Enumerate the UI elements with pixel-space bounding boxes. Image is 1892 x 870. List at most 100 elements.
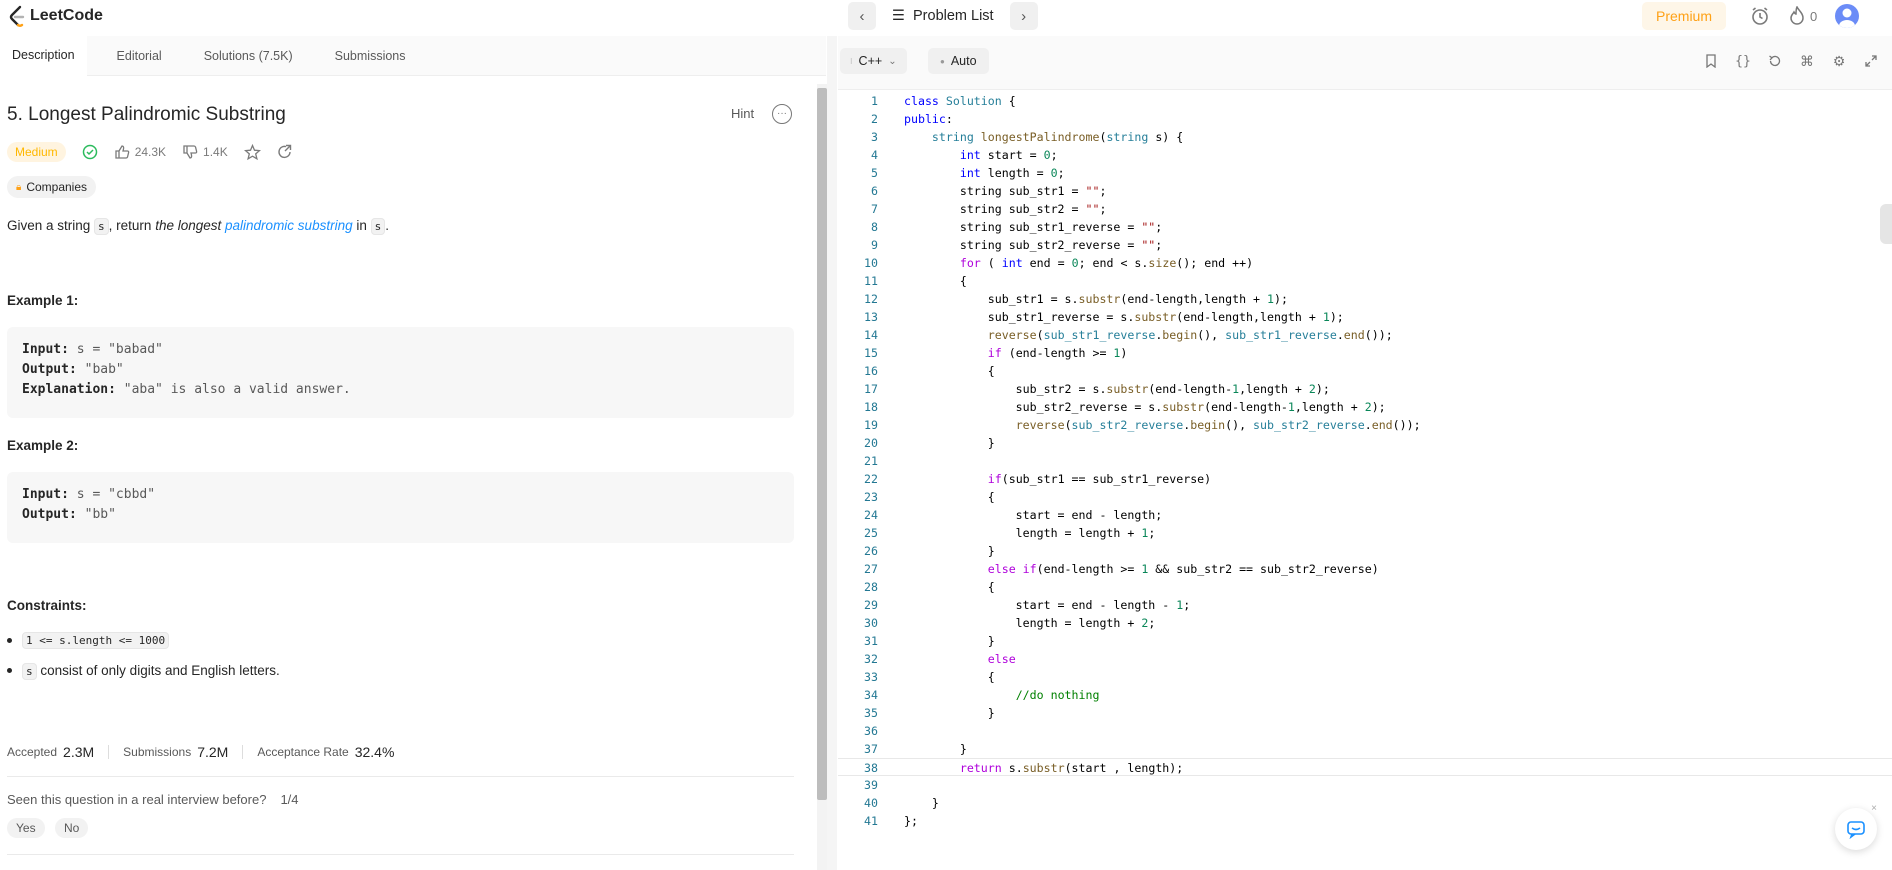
- code-line: 9 string sub_str2_reverse = "";: [871, 238, 1163, 252]
- problem-meta: Medium 24.3K 1.4K: [7, 142, 293, 162]
- chevron-right-icon: ›: [1021, 7, 1027, 25]
- explanation-label: Explanation:: [22, 382, 116, 397]
- solved-check-icon: [82, 144, 98, 160]
- avatar[interactable]: [1835, 4, 1860, 28]
- accepted-value: 2.3M: [63, 744, 95, 760]
- accepted-label: Accepted: [7, 745, 58, 759]
- braces-icon[interactable]: {}: [1734, 52, 1752, 70]
- leetcode-logo-icon: [9, 5, 25, 27]
- premium-button[interactable]: Premium: [1642, 2, 1727, 30]
- code-line: 33 {: [864, 670, 995, 684]
- reset-icon[interactable]: [1766, 52, 1784, 70]
- code-line: 35 }: [864, 706, 995, 720]
- next-problem-button[interactable]: ›: [1009, 2, 1038, 30]
- code-line: 3 string longestPalindrome(string s) {: [871, 130, 1184, 144]
- output-label: Output:: [22, 362, 77, 377]
- hint-button[interactable]: Hint: [731, 106, 754, 121]
- problem-list-button[interactable]: ☰ Problem List: [882, 8, 1004, 24]
- top-right-actions: 0: [1750, 4, 1860, 28]
- code-line: 12 sub_str1 = s.substr(end-length,length…: [864, 292, 1288, 306]
- divider: [7, 776, 794, 777]
- mode-label: Auto: [950, 54, 977, 68]
- chat-icon: [1847, 821, 1865, 839]
- code-line: 41};: [864, 814, 918, 828]
- share-icon[interactable]: [277, 144, 293, 160]
- code-line: 13 sub_str1_reverse = s.substr(end-lengt…: [864, 310, 1344, 324]
- output-label: Output:: [22, 507, 77, 522]
- code-line: 10 for ( int end = 0; end < s.size(); en…: [864, 256, 1254, 270]
- difficulty-badge: Medium: [7, 142, 66, 162]
- auto-mode-button[interactable]: ● Auto: [928, 48, 989, 74]
- code-editor[interactable]: 1 class Solution { 2 public: 3 string long…: [838, 92, 1892, 830]
- example-2-box: Input: s = "cbbd" Output: "bb": [7, 472, 794, 543]
- code-line: 24 start = end - length;: [864, 508, 1163, 522]
- desc-text: in: [352, 218, 371, 233]
- constraints-heading: Constraints:: [7, 598, 87, 613]
- divider: [108, 745, 110, 759]
- input-label: Input:: [22, 487, 69, 502]
- language-selector[interactable]: ⁝ C++ ⌄: [840, 48, 907, 74]
- constraints-list: 1 <= s.length <= 1000 s consist of only …: [7, 632, 280, 692]
- streak-counter[interactable]: 0: [1788, 6, 1817, 26]
- expand-icon[interactable]: [1862, 52, 1880, 70]
- gear-icon[interactable]: ⚙: [1830, 52, 1848, 70]
- problem-title: 5. Longest Palindromic Substring: [7, 104, 286, 125]
- palindromic-substring-link[interactable]: palindromic substring: [225, 218, 353, 233]
- left-tabs: Description Editorial Solutions (7.5K) S…: [0, 35, 826, 76]
- code-line: 16 {: [864, 364, 995, 378]
- language-label: C++: [858, 54, 883, 68]
- code-line: 40 }: [864, 796, 939, 810]
- code-line: 39: [864, 778, 878, 792]
- code-line: 31 }: [864, 634, 995, 648]
- code-editor-pane: ⁝ C++ ⌄ ● Auto {} ⌘ ⚙ 1 class Solution { …: [838, 36, 1892, 870]
- divider: [242, 745, 244, 759]
- tab-solutions[interactable]: Solutions (7.5K): [192, 36, 305, 76]
- star-icon[interactable]: [243, 143, 261, 161]
- code-line: 6 string sub_str1 = "";: [871, 184, 1107, 198]
- desc-text: , return: [108, 218, 156, 233]
- more-options-icon[interactable]: ···: [772, 104, 792, 124]
- prev-problem-button[interactable]: ‹: [848, 2, 876, 30]
- alarm-clock-icon[interactable]: [1750, 6, 1770, 26]
- streak-count: 0: [1810, 8, 1818, 24]
- companies-label: Companies: [26, 180, 88, 194]
- dislikes-count: 1.4K: [203, 145, 228, 159]
- list-icon: ☰: [892, 8, 905, 24]
- interview-question: Seen this question in a real interview b…: [7, 792, 299, 807]
- desc-text: Given a string: [7, 218, 95, 233]
- problem-description: Given a string s, return the longest pal…: [7, 218, 389, 235]
- thumbs-down-icon: [183, 145, 198, 159]
- desc-text: .: [385, 218, 389, 233]
- pane-resize-handle[interactable]: [827, 36, 837, 870]
- tab-editorial[interactable]: Editorial: [105, 36, 174, 76]
- inline-code: s: [94, 218, 109, 235]
- yes-button[interactable]: Yes: [7, 818, 45, 838]
- thumbs-up-icon: [115, 145, 129, 159]
- description-scrollbar[interactable]: [817, 88, 827, 800]
- leetcode-logo[interactable]: LeetCode: [8, 5, 103, 27]
- like-button[interactable]: 24.3K: [114, 144, 166, 160]
- acceptance-rate-label: Acceptance Rate: [257, 745, 349, 759]
- acceptance-rate-value: 32.4%: [354, 744, 395, 760]
- editor-tools: {} ⌘ ⚙: [1702, 52, 1880, 70]
- tab-submissions[interactable]: Submissions: [323, 36, 418, 76]
- side-panel-toggle[interactable]: [1880, 204, 1892, 244]
- interview-question-text: Seen this question in a real interview b…: [7, 792, 267, 807]
- command-icon[interactable]: ⌘: [1798, 52, 1816, 70]
- code-line: 7 string sub_str2 = "";: [871, 202, 1107, 216]
- tab-description[interactable]: Description: [0, 35, 87, 76]
- explanation-value: "aba" is also a valid answer.: [115, 382, 351, 397]
- example-1-heading: Example 1:: [7, 293, 79, 308]
- divider: [7, 854, 794, 855]
- code-line: 22 if(sub_str1 == sub_str1_reverse): [864, 472, 1212, 486]
- companies-tag[interactable]: 🔒︎ Companies: [7, 176, 97, 198]
- code-line: 5 int length = 0;: [871, 166, 1065, 180]
- close-icon[interactable]: ×: [1868, 803, 1880, 815]
- code-line: 19 reverse(sub_str2_reverse.begin(), sub…: [864, 418, 1421, 432]
- bookmark-icon[interactable]: [1702, 52, 1720, 70]
- chevron-left-icon: ‹: [859, 7, 865, 25]
- code-line: 17 sub_str2 = s.substr(end-length-1,leng…: [864, 382, 1330, 396]
- problem-stats: Accepted 2.3M Submissions 7.2M Acceptance …: [7, 744, 394, 760]
- no-button[interactable]: No: [55, 818, 89, 838]
- dislike-button[interactable]: 1.4K: [182, 144, 228, 160]
